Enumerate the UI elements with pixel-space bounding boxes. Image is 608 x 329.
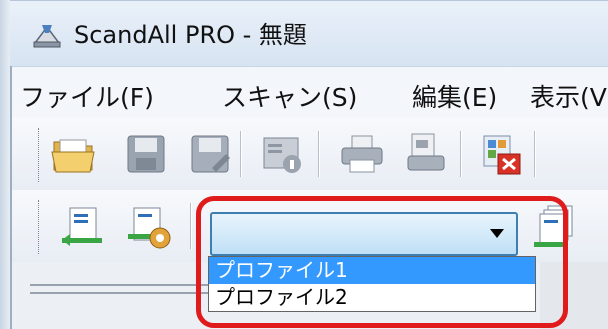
toolbar-separator — [190, 203, 192, 249]
profile-combo[interactable] — [210, 212, 518, 256]
menu-edit[interactable]: 編集(E) — [412, 78, 497, 114]
chevron-down-icon[interactable] — [490, 229, 504, 238]
scan-settings-icon[interactable] — [126, 204, 174, 252]
toolbar-separator — [534, 131, 536, 177]
toolbar-separator — [460, 131, 462, 177]
menu-scan[interactable]: スキャン(S) — [222, 78, 357, 114]
properties-icon[interactable] — [258, 130, 306, 178]
app-window: ScandAll PRO - 無題 ファイル(F) スキャン(S) 編集(E) … — [0, 0, 608, 329]
window-border — [10, 66, 12, 329]
toolbar-separator — [318, 131, 320, 177]
save-as-icon[interactable] — [186, 130, 234, 178]
toolbar-grip[interactable] — [38, 200, 42, 254]
print-icon[interactable] — [338, 130, 386, 178]
save-icon[interactable] — [122, 130, 170, 178]
menu-bar: ファイル(F) スキャン(S) 編集(E) 表示(V — [0, 66, 608, 120]
splitter-line — [30, 284, 210, 286]
thumbnail-area — [540, 262, 608, 329]
batch-scan-icon[interactable] — [534, 204, 582, 252]
delete-page-icon[interactable] — [478, 130, 526, 178]
scan-to-view-icon[interactable] — [60, 204, 108, 252]
title-bar: ScandAll PRO - 無題 — [0, 0, 608, 67]
window-title: ScandAll PRO - 無題 — [74, 21, 307, 49]
toolbar-grip[interactable] — [38, 128, 42, 182]
scanner-app-icon — [33, 25, 61, 48]
toolbar-separator — [240, 131, 242, 177]
profile-option-2[interactable]: プロファイル2 — [209, 284, 535, 311]
open-folder-icon[interactable] — [50, 130, 98, 178]
main-toolbar — [0, 118, 608, 191]
window-border — [0, 0, 10, 329]
print-preview-icon[interactable] — [402, 130, 450, 178]
profile-dropdown-list: プロファイル1 プロファイル2 — [208, 256, 536, 312]
profile-option-1[interactable]: プロファイル1 — [209, 257, 535, 284]
menu-file[interactable]: ファイル(F) — [20, 78, 154, 114]
splitter-line — [30, 292, 210, 294]
menu-view[interactable]: 表示(V — [530, 78, 607, 114]
